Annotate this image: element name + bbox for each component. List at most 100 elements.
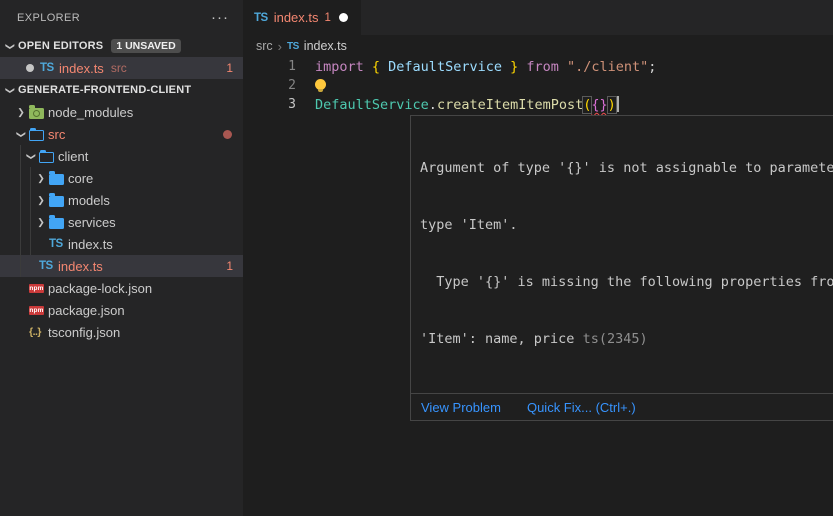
lightbulb-icon[interactable] bbox=[315, 79, 326, 90]
keyword-from: from bbox=[526, 59, 567, 75]
line-number: 3 bbox=[243, 97, 296, 112]
open-editors-section-header[interactable]: ❯ OPEN EDITORS 1 UNSAVED bbox=[0, 35, 243, 57]
tree-item-package-lock-json[interactable]: npm package-lock.json bbox=[0, 277, 243, 299]
method-name: createItemItemPost bbox=[437, 97, 583, 113]
tree-item-package-json[interactable]: npm package.json bbox=[0, 299, 243, 321]
tab-index-ts[interactable]: TS index.ts 1 bbox=[243, 0, 361, 35]
quick-fix-link[interactable]: Quick Fix... (Ctrl+.) bbox=[527, 400, 636, 415]
tree-item-label: services bbox=[68, 215, 116, 230]
typescript-icon: TS bbox=[49, 238, 63, 250]
breadcrumb-file[interactable]: index.ts bbox=[304, 39, 347, 53]
error-message-line: 'Item': name, price ts(2345) bbox=[420, 330, 833, 349]
chevron-down-icon: ❯ bbox=[5, 82, 16, 98]
open-editors-label: OPEN EDITORS bbox=[18, 40, 103, 52]
typescript-icon: TS bbox=[39, 260, 53, 272]
code-line-1: 1 import { DefaultService } from "./clie… bbox=[243, 57, 833, 76]
tree-item-label: index.ts bbox=[68, 237, 113, 252]
keyword-import: import bbox=[315, 59, 372, 75]
folder-icon bbox=[49, 218, 64, 229]
tree-item-tsconfig-json[interactable]: {..} tsconfig.json bbox=[0, 321, 243, 343]
folder-icon bbox=[49, 174, 64, 185]
code-line-3: 3 DefaultService.createItemItemPost({}) bbox=[243, 95, 833, 114]
tree-item-label: models bbox=[68, 193, 110, 208]
tree-item-label: tsconfig.json bbox=[48, 325, 120, 340]
modified-dot-icon[interactable] bbox=[339, 13, 348, 22]
tab-error-count: 1 bbox=[325, 12, 331, 24]
tree-item-label: package-lock.json bbox=[48, 281, 152, 296]
chevron-right-icon: › bbox=[278, 39, 282, 54]
explorer-title: EXPLORER bbox=[17, 12, 80, 24]
error-argument-braces: {} bbox=[591, 97, 607, 113]
tree-item-services[interactable]: ❯ services bbox=[0, 211, 243, 233]
tree-item-node-modules[interactable]: ❯ node_modules bbox=[0, 101, 243, 123]
explorer-header: EXPLORER ··· bbox=[0, 0, 243, 35]
tree-item-client[interactable]: ❯ client bbox=[0, 145, 243, 167]
tree-item-src-index-ts[interactable]: TS index.ts 1 bbox=[0, 255, 243, 277]
npm-icon: npm bbox=[29, 306, 44, 315]
json-config-icon: {..} bbox=[29, 326, 41, 338]
tree-item-models[interactable]: ❯ models bbox=[0, 189, 243, 211]
open-editor-filename: index.ts bbox=[59, 61, 104, 76]
brace-close: } bbox=[502, 59, 526, 75]
typescript-icon: TS bbox=[287, 41, 299, 52]
error-message-line: Argument of type '{}' is not assignable … bbox=[420, 159, 833, 178]
more-actions-icon[interactable]: ··· bbox=[211, 13, 229, 23]
error-dot-icon bbox=[223, 130, 232, 139]
brace-open: { bbox=[372, 59, 388, 75]
node-modules-folder-icon bbox=[29, 108, 44, 119]
tree-item-label: core bbox=[68, 171, 93, 186]
folder-icon bbox=[49, 196, 64, 207]
tab-bar: TS index.ts 1 bbox=[243, 0, 833, 35]
chevron-right-icon: ❯ bbox=[33, 195, 49, 206]
code-line-2: 2 bbox=[243, 76, 833, 95]
error-count-badge: 1 bbox=[226, 61, 233, 75]
breadcrumb[interactable]: src › TS index.ts bbox=[243, 35, 833, 57]
tree-item-label: client bbox=[58, 149, 88, 164]
view-problem-link[interactable]: View Problem bbox=[421, 400, 501, 415]
vscode-window: EXPLORER ··· ❯ OPEN EDITORS 1 UNSAVED TS… bbox=[0, 0, 833, 516]
chevron-down-icon: ❯ bbox=[16, 126, 27, 142]
unsaved-badge: 1 UNSAVED bbox=[111, 39, 180, 53]
error-count-badge: 1 bbox=[226, 259, 233, 273]
paren-close: ) bbox=[608, 97, 616, 113]
open-folder-icon bbox=[39, 152, 54, 163]
tab-filename: index.ts bbox=[274, 10, 319, 25]
line-number: 2 bbox=[243, 78, 296, 93]
chevron-right-icon: ❯ bbox=[13, 107, 29, 118]
error-message-line: Type '{}' is missing the following prope… bbox=[420, 273, 833, 292]
code-editor[interactable]: 1 import { DefaultService } from "./clie… bbox=[243, 57, 833, 114]
editor-group: TS index.ts 1 src › TS index.ts 1 import… bbox=[243, 0, 833, 516]
tree-item-client-index-ts[interactable]: TS index.ts bbox=[0, 233, 243, 255]
hover-actions-bar: View Problem Quick Fix... (Ctrl+.) bbox=[411, 393, 833, 420]
text-cursor bbox=[617, 96, 619, 112]
semicolon: ; bbox=[648, 59, 656, 75]
tree-item-label: index.ts bbox=[58, 259, 103, 274]
typescript-icon: TS bbox=[254, 12, 268, 24]
chevron-down-icon: ❯ bbox=[5, 38, 16, 54]
open-editor-description: src bbox=[111, 61, 127, 75]
tree-item-label: package.json bbox=[48, 303, 125, 318]
line-number: 1 bbox=[243, 59, 296, 74]
typescript-icon: TS bbox=[40, 62, 54, 74]
error-hover-tooltip: Argument of type '{}' is not assignable … bbox=[410, 115, 833, 421]
project-section-header[interactable]: ❯ GENERATE-FRONTEND-CLIENT bbox=[0, 79, 243, 101]
ts-error-code: ts(2345) bbox=[583, 331, 648, 347]
tree-item-src[interactable]: ❯ src bbox=[0, 123, 243, 145]
tree-item-label: src bbox=[48, 127, 65, 142]
breadcrumb-folder[interactable]: src bbox=[256, 39, 273, 53]
service-identifier: DefaultService bbox=[315, 97, 429, 113]
import-identifier: DefaultService bbox=[388, 59, 502, 75]
indent-guide bbox=[30, 167, 31, 255]
chevron-right-icon: ❯ bbox=[33, 173, 49, 184]
explorer-sidebar: EXPLORER ··· ❯ OPEN EDITORS 1 UNSAVED TS… bbox=[0, 0, 243, 516]
npm-icon: npm bbox=[29, 284, 44, 293]
modified-dot-icon bbox=[26, 64, 40, 72]
chevron-down-icon: ❯ bbox=[26, 148, 37, 164]
chevron-right-icon: ❯ bbox=[33, 217, 49, 228]
error-message-line: type 'Item'. bbox=[420, 216, 833, 235]
open-editor-item-index-ts[interactable]: TS index.ts src 1 bbox=[0, 57, 243, 79]
error-message: Argument of type '{}' is not assignable … bbox=[411, 116, 833, 393]
indent-guide bbox=[20, 145, 21, 277]
open-folder-icon bbox=[29, 130, 44, 141]
tree-item-core[interactable]: ❯ core bbox=[0, 167, 243, 189]
